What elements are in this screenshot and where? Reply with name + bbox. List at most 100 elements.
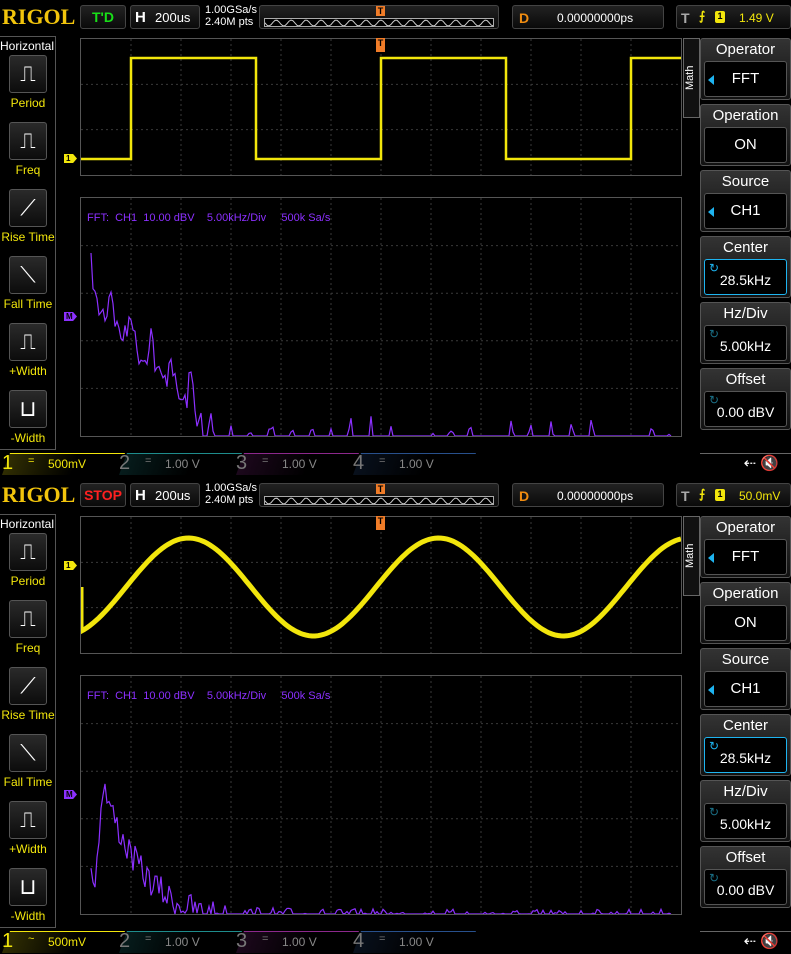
menu-offset-button[interactable]: Offset ↻ 0.00 dBV: [700, 368, 791, 430]
channel-4-scale: 1.00 V: [399, 935, 434, 949]
channel-1-marker[interactable]: 1: [64, 561, 77, 570]
menu-title: Operation: [712, 107, 779, 124]
menu-title: Horizontal: [0, 517, 55, 531]
fft-area: FFT: CH1 10.00 dBV 5.00kHz/Div 500k Sa/s: [80, 197, 682, 437]
menu-item-label: Freq: [15, 163, 41, 177]
positive-width-button[interactable]: ⎍: [9, 801, 47, 839]
negative-width-button[interactable]: ⊔: [9, 868, 47, 906]
menu-offset-button[interactable]: Offset ↻ 0.00 dBV: [700, 846, 791, 908]
waveform-svg: [81, 39, 681, 175]
menu-operation-button[interactable]: Operation ON: [700, 582, 791, 644]
memory-overview: T: [259, 483, 499, 507]
acquisition-info: 1.00GSa/s 2.40M pts: [205, 4, 257, 28]
usb-mute-icons: ⇠ 🔇: [700, 453, 791, 475]
menu-operation-button[interactable]: Operation ON: [700, 104, 791, 166]
negative-width-button[interactable]: ⊔: [9, 390, 47, 428]
period-icon: ⎍: [20, 539, 36, 564]
menu-value: FFT: [731, 548, 760, 565]
math-tab[interactable]: Math: [683, 38, 700, 118]
channel-2-button[interactable]: 2: [119, 930, 130, 953]
rise-time-button[interactable]: ⟋: [9, 667, 47, 705]
period-button[interactable]: ⎍: [9, 533, 47, 571]
menu-operator-button[interactable]: Operator FFT: [700, 38, 791, 100]
positive-width-icon: ⎍: [20, 807, 36, 832]
channel-3-scale: 1.00 V: [282, 935, 317, 949]
fall-time-button[interactable]: ⟍: [9, 734, 47, 772]
menu-value-box: ↻ 5.00kHz: [704, 325, 787, 361]
channel-1-button[interactable]: 1: [2, 930, 13, 953]
menu-source-button[interactable]: Source CH1: [700, 648, 791, 710]
math-marker[interactable]: M: [64, 790, 77, 799]
left-arrow-icon: [708, 75, 714, 85]
horizontal-timebase[interactable]: H 200us: [130, 5, 200, 29]
trigger-source: 1: [715, 489, 725, 501]
run-status-button[interactable]: STOP: [80, 483, 126, 507]
channel-4-scale: 1.00 V: [399, 457, 434, 471]
rise-time-button[interactable]: ⟋: [9, 189, 47, 227]
rigol-logo: RIGOL: [2, 482, 76, 507]
left-arrow-icon: [708, 207, 714, 217]
period-button[interactable]: ⎍: [9, 55, 47, 93]
math-marker[interactable]: M: [64, 312, 77, 321]
rotary-knob-icon: ↻: [709, 327, 720, 341]
menu-hz-div-button[interactable]: Hz/Div ↻ 5.00kHz: [700, 780, 791, 842]
menu-item-label: Fall Time: [3, 297, 53, 311]
fall-time-button[interactable]: ⟍: [9, 256, 47, 294]
delay-value: 0.00000000ps: [557, 11, 634, 25]
menu-hz-div-button[interactable]: Hz/Div ↻ 5.00kHz: [700, 302, 791, 364]
menu-item-label: Period: [10, 96, 46, 110]
menu-item-label: Rise Time: [1, 708, 55, 722]
menu-value-box: CH1: [704, 671, 787, 707]
rise-time-icon: ⟋: [20, 673, 36, 698]
rotary-knob-icon: ↻: [709, 393, 720, 407]
coupling-icon: =: [262, 933, 269, 945]
frequency-button[interactable]: ⎍: [9, 600, 47, 638]
trigger-position-marker: T: [376, 6, 385, 16]
menu-value: ON: [734, 136, 757, 153]
memory-waveform: [264, 496, 494, 505]
channel-1-marker[interactable]: 1: [64, 154, 77, 163]
delay-display[interactable]: D 0.00000000ps: [512, 5, 664, 29]
channel-3-button[interactable]: 3: [236, 930, 247, 953]
frequency-icon: ⎍: [20, 128, 36, 153]
menu-value: CH1: [730, 202, 761, 219]
menu-value: 28.5kHz: [719, 750, 772, 766]
math-tab[interactable]: Math: [683, 516, 700, 596]
menu-value-box: ↻ 28.5kHz: [704, 259, 787, 295]
delay-display[interactable]: D 0.00000000ps: [512, 483, 664, 507]
menu-operator-button[interactable]: Operator FFT: [700, 516, 791, 578]
menu-title: Horizontal: [0, 39, 55, 53]
channel-1-button[interactable]: 1: [2, 452, 13, 475]
trigger-display[interactable]: T ⨍ 1 1.49 V: [676, 5, 791, 29]
channel-4-button[interactable]: 4: [353, 930, 364, 953]
menu-title: Operator: [715, 519, 776, 536]
menu-value-box: ↻ 5.00kHz: [704, 803, 787, 839]
channel-2-button[interactable]: 2: [119, 452, 130, 475]
menu-center-button[interactable]: Center ↻ 28.5kHz: [700, 714, 791, 776]
menu-title: Hz/Div: [723, 305, 768, 322]
trigger-position-marker-top: T: [376, 516, 385, 530]
trigger-source: 1: [715, 11, 725, 23]
run-status-button[interactable]: T'D: [80, 5, 126, 29]
rising-edge-icon: ⨍: [699, 9, 706, 23]
menu-title: Source: [721, 651, 770, 668]
trigger-level: 50.0mV: [739, 489, 781, 503]
channel-4-button[interactable]: 4: [353, 452, 364, 475]
menu-center-button[interactable]: Center ↻ 28.5kHz: [700, 236, 791, 298]
horizontal-timebase[interactable]: H 200us: [130, 483, 200, 507]
fft-trace: [90, 783, 672, 914]
menu-source-button[interactable]: Source CH1: [700, 170, 791, 232]
coupling-icon: =: [379, 933, 386, 945]
positive-width-button[interactable]: ⎍: [9, 323, 47, 361]
fft-label: FFT: CH1 10.00 dBV 5.00kHz/Div 500k Sa/s: [87, 690, 331, 702]
channel-3-button[interactable]: 3: [236, 452, 247, 475]
memory-depth: 2.40M pts: [205, 16, 254, 28]
negative-width-icon: ⊔: [19, 874, 37, 899]
rotary-knob-icon: ↻: [709, 871, 720, 885]
trigger-display[interactable]: T ⨍ 1 50.0mV: [676, 483, 791, 507]
oscilloscope-screen: RIGOL T'D H 200us 1.00GSa/s 2.40M pts T D 0…: [0, 0, 791, 476]
menu-item-label: Freq: [15, 641, 41, 655]
frequency-button[interactable]: ⎍: [9, 122, 47, 160]
sample-rate: 1.00GSa/s: [205, 4, 257, 16]
menu-item-label: Fall Time: [3, 775, 53, 789]
